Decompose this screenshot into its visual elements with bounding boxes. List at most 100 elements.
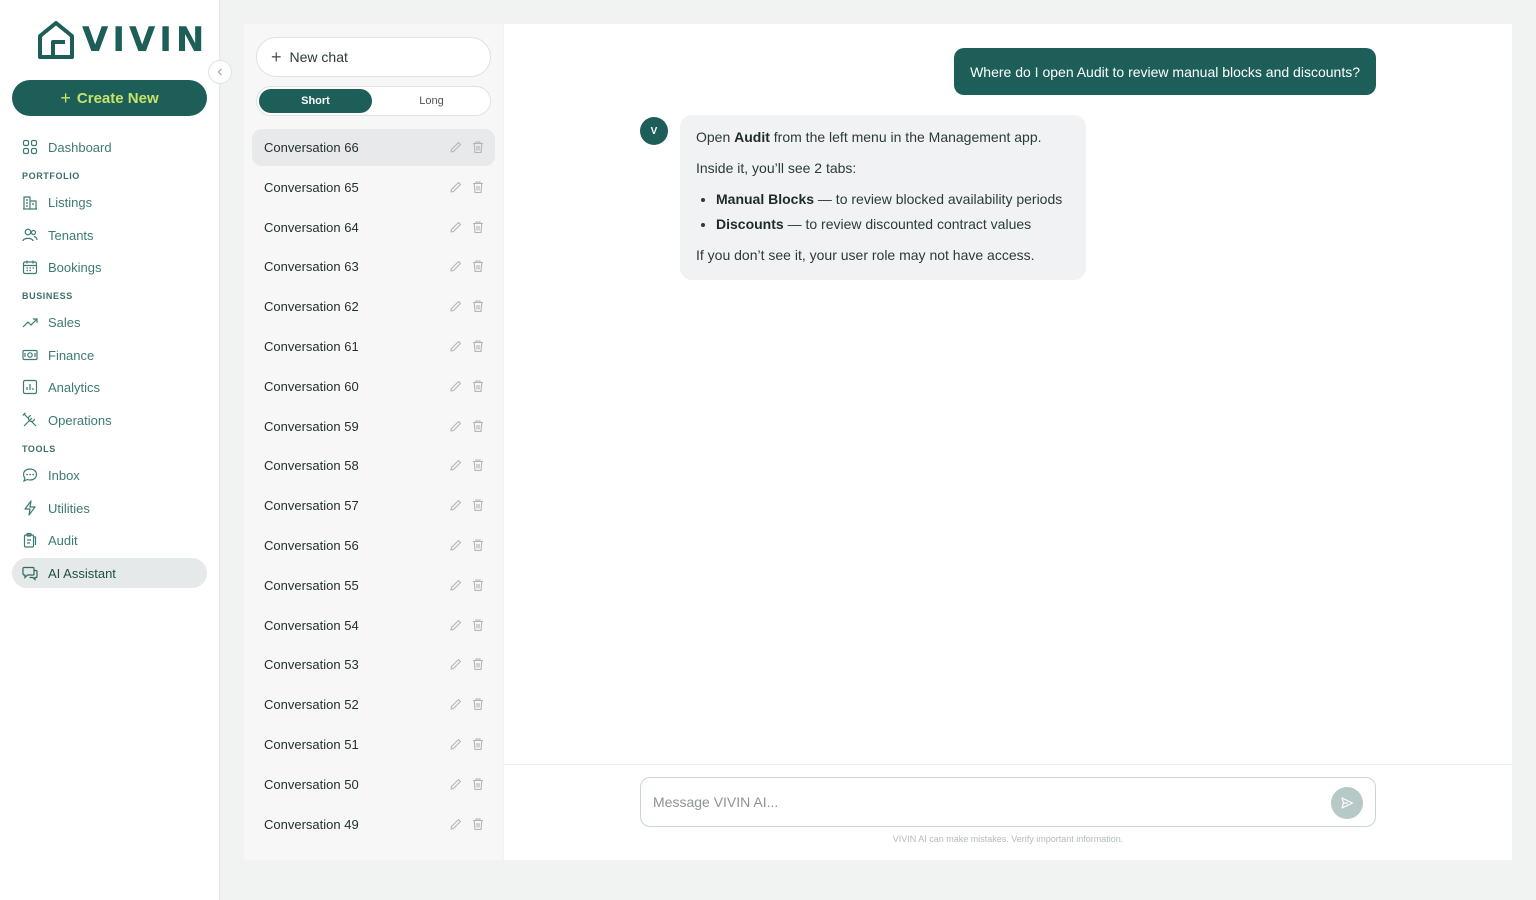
conversation-item[interactable]: Conversation 66 bbox=[252, 129, 495, 166]
edit-icon[interactable] bbox=[449, 618, 463, 632]
trash-icon[interactable] bbox=[471, 817, 485, 831]
conversation-label: Conversation 53 bbox=[264, 657, 359, 673]
conversation-item[interactable]: Conversation 61 bbox=[252, 328, 495, 365]
conversation-item[interactable]: Conversation 51 bbox=[252, 726, 495, 763]
conversation-actions bbox=[449, 419, 485, 433]
edit-icon[interactable] bbox=[449, 379, 463, 393]
trash-icon[interactable] bbox=[471, 618, 485, 632]
edit-icon[interactable] bbox=[449, 737, 463, 751]
edit-icon[interactable] bbox=[449, 498, 463, 512]
trash-icon[interactable] bbox=[471, 777, 485, 791]
conversation-item[interactable]: Conversation 65 bbox=[252, 169, 495, 206]
send-button[interactable] bbox=[1331, 787, 1363, 819]
conversation-item[interactable]: Conversation 54 bbox=[252, 607, 495, 644]
conversation-actions bbox=[449, 220, 485, 234]
conversation-item[interactable]: Conversation 52 bbox=[252, 686, 495, 723]
trash-icon[interactable] bbox=[471, 657, 485, 671]
edit-icon[interactable] bbox=[449, 777, 463, 791]
nav-item-sales[interactable]: Sales bbox=[12, 307, 207, 337]
conversation-item[interactable]: Conversation 55 bbox=[252, 567, 495, 604]
create-new-button[interactable]: + Create New bbox=[12, 80, 207, 116]
edit-icon[interactable] bbox=[449, 220, 463, 234]
section-label-tools: TOOLS bbox=[22, 444, 56, 454]
nav-item-audit[interactable]: Audit bbox=[12, 525, 207, 555]
conversation-actions bbox=[449, 618, 485, 632]
conversation-actions bbox=[449, 817, 485, 831]
toggle-short[interactable]: Short bbox=[259, 89, 372, 113]
nav-label: Tenants bbox=[48, 227, 94, 243]
plus-icon: + bbox=[60, 88, 71, 108]
message-input[interactable] bbox=[653, 778, 1313, 826]
conversation-label: Conversation 54 bbox=[264, 617, 359, 633]
trash-icon[interactable] bbox=[471, 498, 485, 512]
trash-icon[interactable] bbox=[471, 578, 485, 592]
trash-icon[interactable] bbox=[471, 458, 485, 472]
assistant-paragraph: Inside it, you’ll see 2 tabs: bbox=[696, 160, 857, 176]
conversation-actions bbox=[449, 498, 485, 512]
collapse-sidebar-button[interactable] bbox=[208, 60, 232, 84]
trash-icon[interactable] bbox=[471, 697, 485, 711]
edit-icon[interactable] bbox=[449, 657, 463, 671]
trash-icon[interactable] bbox=[471, 259, 485, 273]
trash-icon[interactable] bbox=[471, 140, 485, 154]
edit-icon[interactable] bbox=[449, 458, 463, 472]
conversation-item[interactable]: Conversation 53 bbox=[252, 646, 495, 683]
nav-item-utilities[interactable]: Utilities bbox=[12, 493, 207, 523]
conversation-item[interactable]: Conversation 64 bbox=[252, 209, 495, 246]
conversation-label: Conversation 64 bbox=[264, 219, 359, 235]
edit-icon[interactable] bbox=[449, 419, 463, 433]
trash-icon[interactable] bbox=[471, 180, 485, 194]
nav-item-finance[interactable]: Finance bbox=[12, 340, 207, 370]
logo[interactable]: VIVIN bbox=[36, 20, 208, 60]
edit-icon[interactable] bbox=[449, 180, 463, 194]
edit-icon[interactable] bbox=[449, 140, 463, 154]
conversation-item[interactable]: Conversation 59 bbox=[252, 408, 495, 445]
conversation-label: Conversation 52 bbox=[264, 697, 359, 713]
trash-icon[interactable] bbox=[471, 339, 485, 353]
conversation-item[interactable]: Conversation 63 bbox=[252, 248, 495, 285]
nav-item-inbox[interactable]: Inbox bbox=[12, 460, 207, 490]
edit-icon[interactable] bbox=[449, 578, 463, 592]
nav-item-operations[interactable]: Operations bbox=[12, 405, 207, 435]
edit-icon[interactable] bbox=[449, 339, 463, 353]
conversation-item[interactable]: Conversation 62 bbox=[252, 288, 495, 325]
edit-icon[interactable] bbox=[449, 299, 463, 313]
trash-icon[interactable] bbox=[471, 419, 485, 433]
plus-icon: + bbox=[271, 47, 282, 67]
conversation-item[interactable]: Conversation 58 bbox=[252, 447, 495, 484]
trash-icon[interactable] bbox=[471, 299, 485, 313]
conversation-item[interactable]: Conversation 56 bbox=[252, 527, 495, 564]
edit-icon[interactable] bbox=[449, 817, 463, 831]
logo-text: VIVIN bbox=[82, 20, 209, 60]
trash-icon[interactable] bbox=[471, 737, 485, 751]
nav-item-tenants[interactable]: Tenants bbox=[12, 220, 207, 250]
toggle-long[interactable]: Long bbox=[375, 89, 488, 113]
banknote-icon bbox=[22, 349, 38, 361]
conversation-label: Conversation 63 bbox=[264, 259, 359, 275]
trash-icon[interactable] bbox=[471, 379, 485, 393]
trash-icon[interactable] bbox=[471, 538, 485, 552]
conversation-label: Conversation 62 bbox=[264, 299, 359, 315]
user-message: Where do I open Audit to review manual b… bbox=[954, 48, 1376, 95]
conversation-actions bbox=[449, 697, 485, 711]
conversation-item[interactable]: Conversation 49 bbox=[252, 806, 495, 843]
conversation-label: Conversation 57 bbox=[264, 498, 359, 514]
conversation-item[interactable]: Conversation 57 bbox=[252, 487, 495, 524]
conversation-item[interactable]: Conversation 50 bbox=[252, 766, 495, 803]
edit-icon[interactable] bbox=[449, 259, 463, 273]
bold-text: Discounts bbox=[716, 216, 784, 232]
new-chat-button[interactable]: + New chat bbox=[256, 37, 491, 77]
send-icon bbox=[1341, 797, 1354, 809]
nav-label: Inbox bbox=[48, 467, 80, 483]
conversation-item[interactable]: Conversation 60 bbox=[252, 368, 495, 405]
calendar-icon bbox=[22, 260, 38, 275]
nav-item-analytics[interactable]: Analytics bbox=[12, 372, 207, 402]
edit-icon[interactable] bbox=[449, 697, 463, 711]
nav-item-ai-assistant[interactable]: AI Assistant bbox=[12, 558, 207, 588]
nav-item-bookings[interactable]: Bookings bbox=[12, 252, 207, 282]
nav-item-dashboard[interactable]: Dashboard bbox=[12, 132, 207, 162]
nav-label: Dashboard bbox=[48, 139, 112, 155]
nav-item-listings[interactable]: Listings bbox=[12, 187, 207, 217]
edit-icon[interactable] bbox=[449, 538, 463, 552]
trash-icon[interactable] bbox=[471, 220, 485, 234]
